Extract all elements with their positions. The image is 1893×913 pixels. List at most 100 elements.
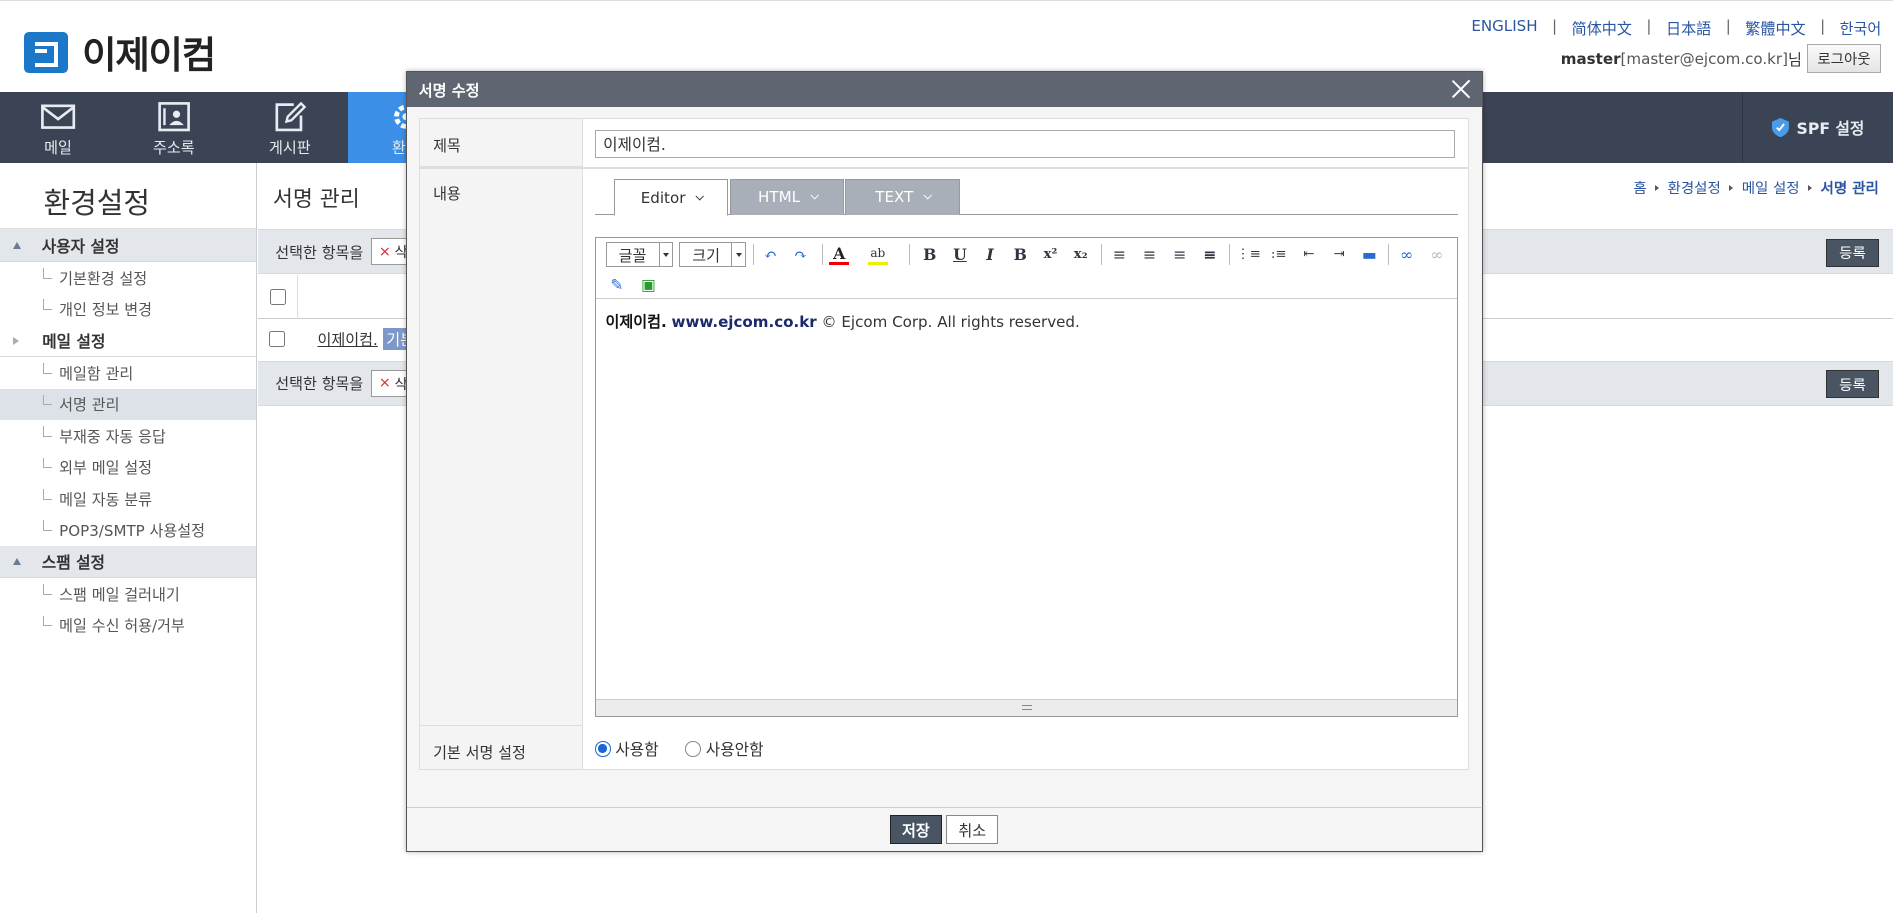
editor-toolbar: 글꼴 크기 ↶ ↷ A ab B U I B x² x₂ ≡ ≡ ≡ ≡ ⋮≡ … — [595, 238, 1458, 299]
lang-traditional-chinese[interactable]: 繁體中文 — [1745, 17, 1805, 39]
use-radio-label: 사용함 — [615, 740, 659, 760]
image-icon[interactable]: ▣ — [638, 275, 659, 296]
lang-simplified-chinese[interactable]: 简体中文 — [1572, 17, 1632, 39]
size-select[interactable]: 크기 — [679, 242, 746, 268]
use-radio[interactable] — [594, 741, 611, 757]
strikethrough-icon[interactable]: B — [1010, 244, 1031, 265]
spf-label: SPF 설정 — [1796, 118, 1865, 138]
sidebar-item-basic[interactable]: 기본환경 설정 — [0, 262, 256, 293]
signature-link[interactable]: 이제이컴. — [318, 328, 378, 350]
editor-content[interactable]: 이제이컴. www.ejcom.co.kr © Ejcom Corp. All … — [596, 299, 1457, 697]
sidebar-item-mailbox[interactable]: 메일함 관리 — [0, 357, 256, 388]
edit-source-icon[interactable]: ✎ — [607, 275, 628, 296]
sidebar-item-external-mail[interactable]: 외부 메일 설정 — [0, 452, 256, 483]
breadcrumb-settings[interactable]: 환경설정 — [1668, 177, 1721, 198]
close-icon[interactable] — [1450, 78, 1472, 100]
chevron-down-icon — [810, 191, 819, 201]
align-center-icon[interactable]: ≡ — [1139, 244, 1160, 265]
tab-editor[interactable]: Editor — [614, 179, 728, 216]
selected-label: 선택한 항목을 — [275, 243, 364, 262]
subject-label: 제목 — [419, 119, 583, 168]
underline-icon[interactable]: U — [950, 244, 971, 265]
breadcrumb-mail-settings[interactable]: 메일 설정 — [1742, 177, 1800, 198]
nav-board[interactable]: 게시판 — [232, 92, 348, 163]
selected-label: 선택한 항목을 — [275, 375, 364, 394]
not-use-radio[interactable] — [685, 741, 701, 757]
tab-text[interactable]: TEXT — [844, 179, 960, 215]
unlink-icon[interactable]: ∞ — [1427, 244, 1448, 265]
spf-settings-button[interactable]: SPF 설정 — [1742, 91, 1893, 163]
user-suffix: 님 — [1787, 50, 1802, 69]
row-checkbox[interactable] — [269, 331, 285, 348]
lang-english[interactable]: ENGLISH — [1471, 17, 1537, 39]
editor-resize-handle[interactable] — [595, 698, 1457, 716]
indent-icon[interactable]: ⇥ — [1329, 244, 1350, 265]
dialog-header: 서명 수정 — [406, 72, 1482, 108]
align-justify-icon[interactable]: ≡ — [1200, 244, 1221, 265]
language-menu: ENGLISH | 简体中文 | 日本語 | 繁體中文 | 한국어 — [1471, 16, 1882, 39]
italic-icon[interactable]: I — [980, 244, 1001, 265]
register-button[interactable]: 등록 — [1826, 370, 1879, 399]
dialog-footer: 저장 취소 — [406, 806, 1482, 852]
link-icon[interactable]: ∞ — [1396, 244, 1417, 265]
nav-mail-label: 메일 — [44, 139, 72, 158]
board-icon — [275, 102, 306, 132]
horizontal-rule-icon[interactable]: ▬ — [1359, 244, 1380, 265]
sidebar-item-profile[interactable]: 개인 정보 변경 — [0, 293, 256, 324]
breadcrumb-home[interactable]: 홈 — [1633, 177, 1646, 198]
signature-form: 제목 이제이컴. 내용 Editor HTML TEXT 글꼴 크기 ↶ ↷ A… — [418, 118, 1470, 771]
register-button[interactable]: 등록 — [1826, 238, 1879, 267]
nav-mail[interactable]: 메일 — [0, 92, 116, 163]
shield-icon — [1772, 117, 1790, 138]
redo-icon[interactable]: ↷ — [790, 244, 811, 265]
collapse-icon — [13, 558, 22, 566]
user-info: master [master@ejcom.co.kr] 님 로그아웃 — [1561, 44, 1882, 74]
tab-html[interactable]: HTML — [730, 179, 844, 215]
sidebar-item-allow-block[interactable]: 메일 수신 허용/거부 — [0, 610, 256, 641]
user-email: [master@ejcom.co.kr] — [1620, 49, 1788, 68]
logo-text: 이제이컴 — [82, 33, 216, 78]
ordered-list-icon[interactable]: ⋮≡ — [1236, 244, 1260, 265]
text-color-icon[interactable]: A — [828, 244, 850, 265]
logout-button[interactable]: 로그아웃 — [1806, 44, 1882, 74]
page-title: 서명 관리 — [272, 187, 360, 213]
sidebar-title: 환경설정 — [0, 163, 257, 230]
lang-japanese[interactable]: 日本語 — [1666, 17, 1711, 39]
nav-address-book[interactable]: 주소록 — [116, 92, 232, 163]
nav-board-label: 게시판 — [268, 139, 311, 158]
font-select[interactable]: 글꼴 — [605, 242, 674, 268]
lang-korean[interactable]: 한국어 — [1840, 17, 1882, 39]
editor-tabs: Editor HTML TEXT — [594, 179, 1459, 216]
chevron-down-icon — [695, 191, 705, 201]
select-all-checkbox[interactable] — [269, 289, 286, 305]
content-label: 내용 — [419, 167, 583, 727]
chevron-down-icon — [923, 191, 932, 201]
align-right-icon[interactable]: ≡ — [1169, 244, 1190, 265]
sidebar-item-auto-sort[interactable]: 메일 자동 분류 — [0, 483, 256, 514]
subject-input[interactable]: 이제이컴. — [594, 129, 1455, 158]
default-signature-label: 기본 서명 설정 — [419, 726, 583, 769]
expand-icon — [13, 336, 20, 345]
dialog-title: 서명 수정 — [418, 81, 480, 100]
superscript-icon[interactable]: x² — [1040, 244, 1061, 265]
bold-icon[interactable]: B — [919, 244, 940, 265]
sidebar-item-spam-filter[interactable]: 스팸 메일 걸러내기 — [0, 578, 256, 609]
logo[interactable]: 이제이컴 — [24, 25, 216, 79]
outdent-icon[interactable]: ⇤ — [1299, 244, 1320, 265]
save-button[interactable]: 저장 — [890, 815, 942, 845]
sidebar-group-spam[interactable]: 스팸 설정 — [0, 545, 257, 579]
sidebar-item-signature[interactable]: 서명 관리 — [0, 388, 257, 421]
sidebar-group-user[interactable]: 사용자 설정 — [0, 229, 257, 262]
address-book-icon — [158, 102, 190, 132]
highlight-color-icon[interactable]: ab — [867, 244, 889, 265]
sidebar-item-pop3-smtp[interactable]: POP3/SMTP 사용설정 — [0, 514, 256, 545]
undo-icon[interactable]: ↶ — [760, 244, 781, 265]
sidebar-group-mail[interactable]: 메일 설정 — [0, 324, 257, 358]
cancel-button[interactable]: 취소 — [946, 815, 998, 845]
breadcrumb-current: 서명 관리 — [1820, 181, 1879, 198]
sidebar: 환경설정 사용자 설정 기본환경 설정 개인 정보 변경 메일 설정 메일함 관… — [0, 163, 258, 913]
unordered-list-icon[interactable]: :≡ — [1268, 244, 1289, 265]
sidebar-item-auto-reply[interactable]: 부재중 자동 응답 — [0, 420, 256, 451]
align-left-icon[interactable]: ≡ — [1109, 244, 1130, 265]
subscript-icon[interactable]: x₂ — [1070, 244, 1091, 265]
